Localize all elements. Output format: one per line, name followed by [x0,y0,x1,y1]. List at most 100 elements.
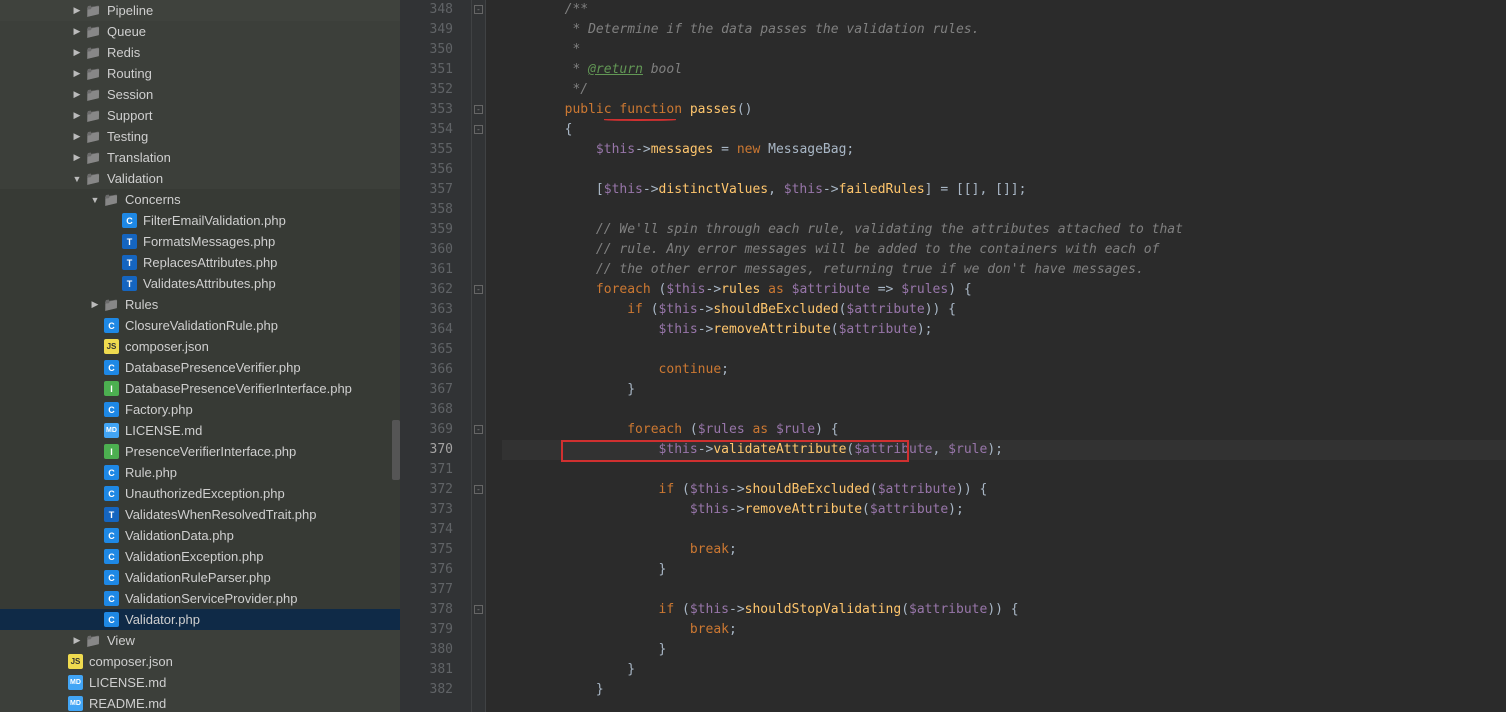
tree-item-unauthorizedexception-php[interactable]: CUnauthorizedException.php [0,483,400,504]
tree-item-composer-json[interactable]: JScomposer.json [0,336,400,357]
code-line[interactable]: foreach ($this->rules as $attribute => $… [502,280,1506,300]
tree-item-label: PresenceVerifierInterface.php [125,444,296,459]
code-area[interactable]: /** * Determine if the data passes the v… [486,0,1506,712]
tree-item-composer-json[interactable]: JScomposer.json [0,651,400,672]
tree-item-factory-php[interactable]: CFactory.php [0,399,400,420]
chevron-right-icon[interactable] [72,69,82,79]
code-line[interactable]: $this->removeAttribute($attribute); [502,320,1506,340]
tree-item-databasepresenceverifier-php[interactable]: CDatabasePresenceVerifier.php [0,357,400,378]
code-line[interactable] [502,460,1506,480]
code-editor[interactable]: 3483493503513523533543553563573583593603… [400,0,1506,712]
code-line[interactable]: */ [502,80,1506,100]
code-line[interactable]: * @return bool [502,60,1506,80]
code-line[interactable]: if ($this->shouldBeExcluded($attribute))… [502,300,1506,320]
code-line[interactable] [502,520,1506,540]
fold-column[interactable]: - - - - - - - [472,0,486,712]
tree-item-session[interactable]: Session [0,84,400,105]
tree-item-validationserviceprovider-php[interactable]: CValidationServiceProvider.php [0,588,400,609]
tree-item-closurevalidationrule-php[interactable]: CClosureValidationRule.php [0,315,400,336]
code-line[interactable]: break; [502,540,1506,560]
tree-item-license-md[interactable]: MDLICENSE.md [0,672,400,693]
folder-icon [86,150,101,165]
code-line[interactable]: * [502,40,1506,60]
code-line[interactable]: foreach ($rules as $rule) { [502,420,1506,440]
chevron-right-icon[interactable] [72,6,82,16]
code-line[interactable]: { [502,120,1506,140]
fold-toggle-icon[interactable]: - [474,485,483,494]
code-line[interactable] [502,200,1506,220]
code-line[interactable]: } [502,560,1506,580]
tree-item-support[interactable]: Support [0,105,400,126]
line-number: 353 [400,100,453,120]
tree-item-view[interactable]: View [0,630,400,651]
tree-item-formatsmessages-php[interactable]: TFormatsMessages.php [0,231,400,252]
tree-item-validation[interactable]: Validation [0,168,400,189]
tree-item-label: Testing [107,129,148,144]
tree-item-label: FilterEmailValidation.php [143,213,286,228]
code-line[interactable]: // the other error messages, returning t… [502,260,1506,280]
code-line[interactable]: } [502,380,1506,400]
code-line[interactable]: } [502,660,1506,680]
code-line[interactable] [502,400,1506,420]
tree-item-readme-md[interactable]: MDREADME.md [0,693,400,712]
tree-item-validationruleparser-php[interactable]: CValidationRuleParser.php [0,567,400,588]
tree-item-presenceverifierinterface-php[interactable]: IPresenceVerifierInterface.php [0,441,400,462]
tree-item-translation[interactable]: Translation [0,147,400,168]
tree-item-label: ReplacesAttributes.php [143,255,277,270]
tree-item-concerns[interactable]: Concerns [0,189,400,210]
fold-toggle-icon[interactable]: - [474,605,483,614]
code-line[interactable]: // rule. Any error messages will be adde… [502,240,1506,260]
sidebar-scrollbar[interactable] [392,420,400,480]
chevron-right-icon[interactable] [72,636,82,646]
file-tree-sidebar[interactable]: PipelineQueueRedisRoutingSessionSupport T… [0,0,400,712]
chevron-down-icon[interactable] [72,174,82,184]
chevron-right-icon[interactable] [72,48,82,58]
tree-item-validateswhenresolvedtrait-php[interactable]: TValidatesWhenResolvedTrait.php [0,504,400,525]
chevron-right-icon[interactable] [72,111,82,121]
tree-item-pipeline[interactable]: Pipeline [0,0,400,21]
code-line[interactable] [502,580,1506,600]
fold-toggle-icon[interactable]: - [474,425,483,434]
code-line[interactable]: * Determine if the data passes the valid… [502,20,1506,40]
fold-toggle-icon[interactable]: - [474,5,483,14]
tree-item-queue[interactable]: Queue [0,21,400,42]
code-line[interactable]: } [502,680,1506,700]
code-line[interactable]: // We'll spin through each rule, validat… [502,220,1506,240]
code-line[interactable]: [$this->distinctValues, $this->failedRul… [502,180,1506,200]
code-line[interactable]: public function passes() [502,100,1506,120]
chevron-right-icon[interactable] [72,132,82,142]
tree-item-rules[interactable]: Rules [0,294,400,315]
tree-item-label: Validator.php [125,612,200,627]
tree-item-filteremailvalidation-php[interactable]: CFilterEmailValidation.php [0,210,400,231]
fold-toggle-icon[interactable]: - [474,105,483,114]
code-line[interactable] [502,340,1506,360]
code-line[interactable]: continue; [502,360,1506,380]
chevron-right-icon[interactable] [72,153,82,163]
tree-item-validator-php[interactable]: CValidator.php [0,609,400,630]
chevron-down-icon[interactable] [90,195,100,205]
tree-item-license-md[interactable]: MDLICENSE.md [0,420,400,441]
chevron-right-icon[interactable] [90,300,100,310]
tree-item-testing[interactable]: Testing [0,126,400,147]
code-line[interactable] [502,160,1506,180]
tree-item-validationdata-php[interactable]: CValidationData.php [0,525,400,546]
chevron-right-icon[interactable] [72,90,82,100]
tree-item-databasepresenceverifierinterface-php[interactable]: IDatabasePresenceVerifierInterface.php [0,378,400,399]
code-line[interactable]: } [502,640,1506,660]
chevron-right-icon[interactable] [72,27,82,37]
code-line[interactable]: if ($this->shouldStopValidating($attribu… [502,600,1506,620]
code-line[interactable]: break; [502,620,1506,640]
tree-item-replacesattributes-php[interactable]: TReplacesAttributes.php [0,252,400,273]
code-line[interactable]: if ($this->shouldBeExcluded($attribute))… [502,480,1506,500]
tree-item-rule-php[interactable]: CRule.php [0,462,400,483]
fold-toggle-icon[interactable]: - [474,285,483,294]
tree-item-routing[interactable]: Routing [0,63,400,84]
tree-item-validationexception-php[interactable]: CValidationException.php [0,546,400,567]
tree-item-validatesattributes-php[interactable]: TValidatesAttributes.php [0,273,400,294]
code-line[interactable]: $this->messages = new MessageBag; [502,140,1506,160]
fold-toggle-icon[interactable]: - [474,125,483,134]
code-line[interactable]: /** [502,0,1506,20]
code-line[interactable]: $this->removeAttribute($attribute); [502,500,1506,520]
annotation-box [561,440,909,462]
tree-item-redis[interactable]: Redis [0,42,400,63]
